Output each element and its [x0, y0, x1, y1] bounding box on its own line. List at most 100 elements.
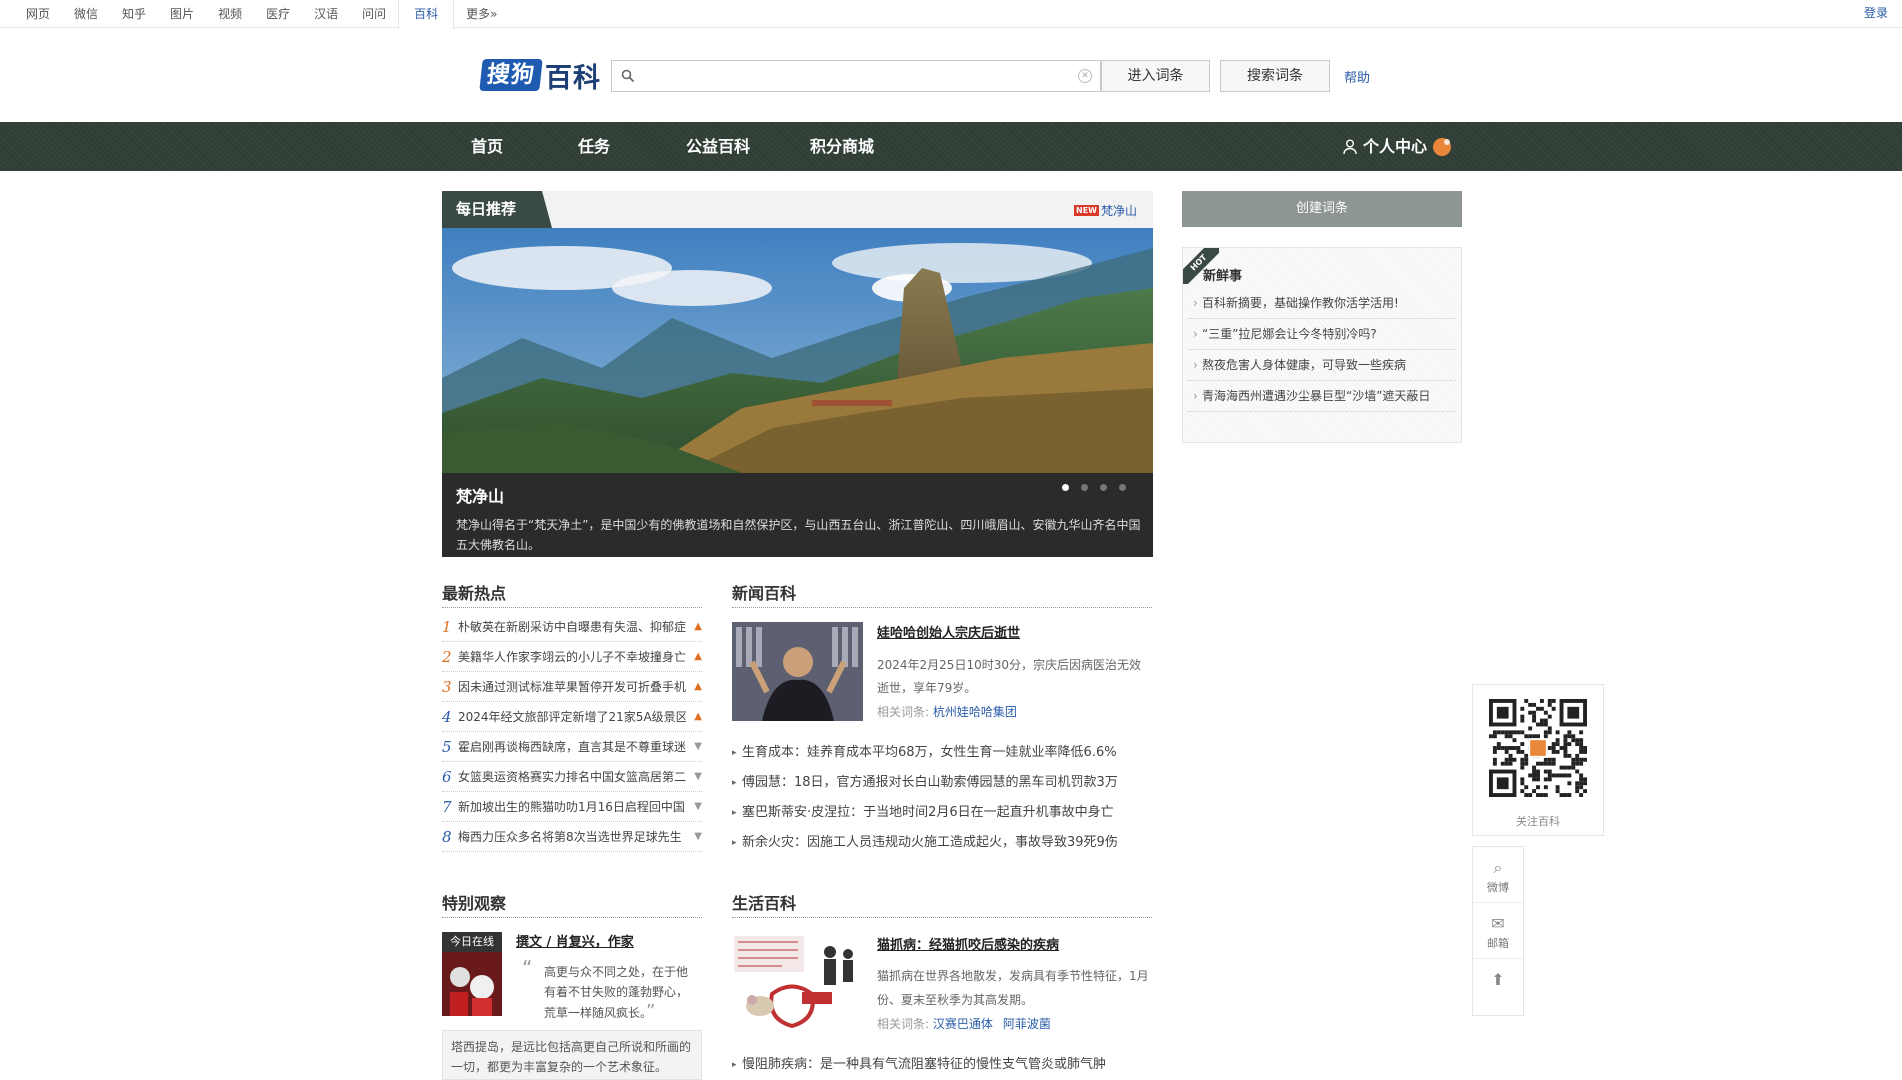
carousel-dots: [1062, 484, 1126, 491]
hot-item[interactable]: 2 美籍华人作家李翊云的小儿子不幸坡撞身亡 ▲: [442, 642, 702, 672]
daily-new-link[interactable]: NEW 梵净山: [1074, 202, 1137, 219]
search-entry-button[interactable]: 搜索词条: [1220, 60, 1330, 92]
avatar[interactable]: [1433, 137, 1452, 156]
fresh-item[interactable]: 青海海西州遭遇沙尘暴巨型“沙墙”遮天蔽日: [1188, 381, 1456, 412]
daily-photo[interactable]: [442, 228, 1153, 473]
top-nav-link[interactable]: 知乎: [110, 0, 158, 28]
news-item[interactable]: 生育成本：娃养育成本平均68万，女性生育一娃就业率降低6.6%: [732, 738, 1152, 768]
help-link[interactable]: 帮助: [1344, 67, 1370, 86]
news-headline[interactable]: 娃哈哈创始人宗庆后逝世: [877, 622, 1020, 641]
top-nav-link[interactable]: 微信: [62, 0, 110, 28]
today-online-badge: 今日在线: [442, 932, 502, 952]
nav-item-home[interactable]: 首页: [471, 122, 503, 171]
hot-item-text: 美籍华人作家李翊云的小儿子不幸坡撞身亡: [458, 650, 686, 664]
hot-item-text: 因未通过测试标准苹果暂停开发可折叠手机: [458, 680, 686, 694]
sogou-baike-logo[interactable]: 搜狗 百科: [479, 58, 601, 94]
news-desc: 2024年2月25日10时30分，宗庆后因病医治无效逝世，享年79岁。: [877, 658, 1141, 695]
top-nav-links: 网页 微信 知乎 图片 视频 医疗 汉语 问问 百科 更多»: [14, 0, 509, 29]
top-nav-link[interactable]: 百科: [398, 0, 455, 29]
hot-item-text: 2024年经文旅部评定新增了21家5A级景区: [458, 710, 686, 724]
news-related: 相关词条: 杭州娃哈哈集团: [877, 703, 1017, 720]
qr-code-icon: [1489, 699, 1587, 797]
special-headline[interactable]: 撰文 / 肖复兴，作家: [516, 931, 634, 950]
fresh-item[interactable]: 百科新摘要，基础操作教你活学活用!: [1188, 288, 1456, 319]
news-photo: [732, 622, 863, 721]
carousel-dot[interactable]: [1081, 484, 1088, 491]
hot-item-rank: 2: [442, 648, 452, 666]
weibo-label: 微博: [1487, 881, 1509, 894]
special-image[interactable]: 今日在线: [442, 932, 502, 1016]
life-image[interactable]: [732, 934, 863, 1033]
special-quote-text: 高更与众不同之处，在于他有着不甘失败的蓬勃野心，荒草一样随风疯长。: [544, 965, 689, 1020]
nav-item-tasks[interactable]: 任务: [578, 122, 610, 171]
life-related-link-2[interactable]: 阿菲波菌: [1003, 1017, 1051, 1031]
clear-icon[interactable]: ✕: [1078, 69, 1092, 83]
hot-item-text: 霍启刚再谈梅西缺席，直言其是不尊重球迷: [458, 740, 686, 754]
news-item[interactable]: 塞巴斯蒂安·皮涅拉：于当地时间2月6日在一起直升机事故中身亡: [732, 798, 1152, 828]
back-to-top-button[interactable]: ⬆: [1473, 959, 1523, 1015]
fresh-item[interactable]: “三重”拉尼娜会让今冬特别冷吗?: [1188, 319, 1456, 350]
create-entry-button[interactable]: 创建词条: [1182, 191, 1462, 227]
hot-item-rank: 5: [442, 738, 452, 756]
hot-item-text: 女篮奥运资格赛实力排名中国女篮高居第二: [458, 770, 686, 784]
weibo-button[interactable]: ⌕ 微博: [1473, 847, 1523, 903]
hot-item[interactable]: 5 霍启刚再谈梅西缺席，直言其是不尊重球迷 ▼: [442, 732, 702, 762]
top-nav-link[interactable]: 汉语: [302, 0, 350, 28]
hot-item[interactable]: 1 朴敏英在新剧采访中自曝患有失温、抑郁症 ▲: [442, 612, 702, 642]
mail-label: 邮箱: [1487, 937, 1509, 950]
daily-tag: 每日推荐: [442, 191, 552, 228]
news-item[interactable]: 傅园慧：18日，官方通报对长白山勒索傅园慧的黑车司机罚款3万: [732, 768, 1152, 798]
hot-item-rank: 7: [442, 798, 452, 816]
search-input[interactable]: [642, 62, 1062, 90]
carousel-dot[interactable]: [1100, 484, 1107, 491]
fresh-item[interactable]: 熬夜危害人身体健康，可导致一些疾病: [1188, 350, 1456, 381]
mail-button[interactable]: ✉ 邮箱: [1473, 903, 1523, 959]
life-related-link-1[interactable]: 汉赛巴通体: [933, 1017, 993, 1031]
hot-item[interactable]: 4 2024年经文旅部评定新增了21家5A级景区 ▲: [442, 702, 702, 732]
hot-item[interactable]: 7 新加坡出生的熊猫叻叻1月16日启程回中国 ▼: [442, 792, 702, 822]
special-desc: 塔西提岛，是远比包括高更自己所说和所画的一切，都更为丰富复杂的一个艺术象征。: [442, 1030, 702, 1080]
mail-icon: ✉: [1491, 914, 1505, 933]
daily-desc: 梵净山得名于“梵天净土”，是中国少有的佛教道场和自然保护区，与山西五台山、浙江普…: [456, 518, 1141, 552]
news-image[interactable]: [732, 622, 863, 721]
floating-toolbar: ⌕ 微博 ✉ 邮箱 ⬆: [1472, 846, 1524, 1016]
enter-entry-button[interactable]: 进入词条: [1101, 60, 1210, 92]
hot-item[interactable]: 3 因未通过测试标准苹果暂停开发可折叠手机 ▲: [442, 672, 702, 702]
login-link[interactable]: 登录: [1864, 0, 1888, 26]
hot-item[interactable]: 8 梅西力压众多名将第8次当选世界足球先生 ▼: [442, 822, 702, 852]
qr-label: 关注百科: [1516, 815, 1560, 828]
fresh-title: 新鲜事: [1203, 269, 1243, 284]
main-nav: 首页 任务 公益百科 积分商城 个人中心: [0, 122, 1902, 171]
top-nav-link[interactable]: 视频: [206, 0, 254, 28]
weibo-icon: ⌕: [1493, 858, 1503, 877]
daily-new-link-text: 梵净山: [1100, 204, 1137, 218]
top-nav-link[interactable]: 网页: [14, 0, 62, 28]
daily-recommend: 每日推荐 NEW 梵净山 梵净山 梵净山得名于“梵天净土”，是中国少有的佛教道场…: [442, 191, 1153, 557]
hot-item-text: 朴敏英在新剧采访中自曝患有失温、抑郁症: [458, 620, 686, 634]
carousel-dot[interactable]: [1119, 484, 1126, 491]
nav-item-charity[interactable]: 公益百科: [686, 122, 750, 171]
user-icon: [1343, 139, 1357, 154]
life-headline[interactable]: 猫抓病：经猫抓咬后感染的疾病: [877, 934, 1059, 953]
top-nav: 网页 微信 知乎 图片 视频 医疗 汉语 问问 百科 更多» 登录: [0, 0, 1902, 29]
user-center-label: 个人中心: [1363, 137, 1428, 156]
carousel-dot[interactable]: [1062, 484, 1069, 491]
news-related-link[interactable]: 杭州娃哈哈集团: [933, 705, 1017, 719]
life-section-title: 生活百科: [732, 890, 1152, 918]
top-nav-link[interactable]: 医疗: [254, 0, 302, 28]
life-item[interactable]: 慢阻肺疾病：是一种具有气流阻塞特征的慢性支气管炎或肺气肿: [732, 1050, 1152, 1080]
news-related-label: 相关词条:: [877, 705, 930, 719]
life-list: 慢阻肺疾病：是一种具有气流阻塞特征的慢性支气管炎或肺气肿: [732, 1050, 1152, 1080]
top-nav-link[interactable]: 问问: [350, 0, 398, 28]
news-item[interactable]: 新余火灾：因施工人员违规动火施工造成起火，事故导致39死9伤: [732, 828, 1152, 858]
hot-section-title: 最新热点: [442, 580, 702, 608]
hot-item-text: 梅西力压众多名将第8次当选世界足球先生: [458, 830, 682, 844]
nav-item-points-mall[interactable]: 积分商城: [810, 122, 874, 171]
hot-item[interactable]: 6 女篮奥运资格赛实力排名中国女篮高居第二 ▼: [442, 762, 702, 792]
user-center-link[interactable]: 个人中心: [1343, 122, 1452, 171]
top-nav-link[interactable]: 更多»: [454, 0, 509, 28]
daily-caption: 梵净山 梵净山得名于“梵天净土”，是中国少有的佛教道场和自然保护区，与山西五台山…: [442, 473, 1153, 557]
top-nav-link[interactable]: 图片: [158, 0, 206, 28]
daily-title[interactable]: 梵净山: [456, 483, 504, 507]
trend-up-icon: ▲: [694, 681, 702, 692]
